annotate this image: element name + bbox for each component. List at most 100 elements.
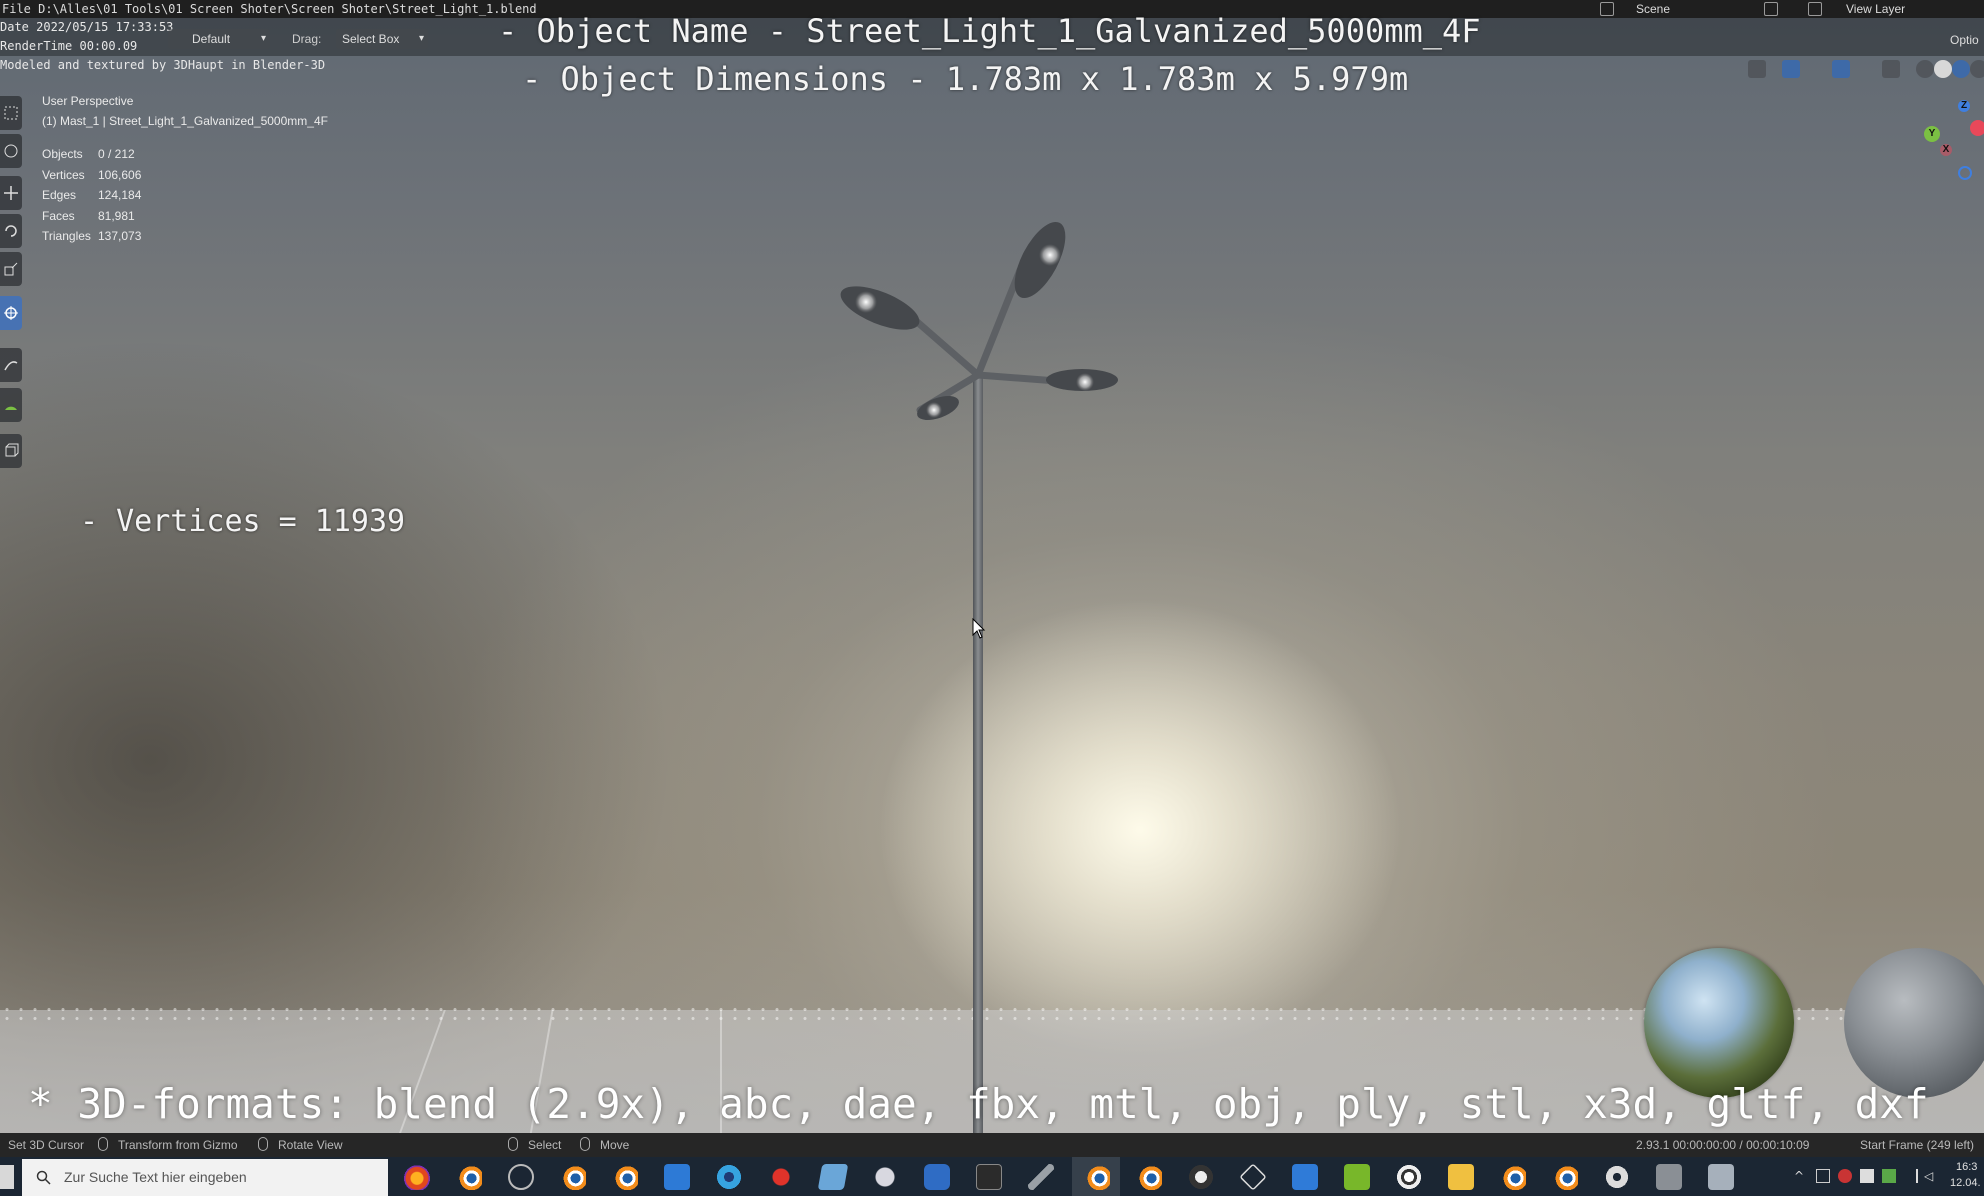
mouse-drag-icon [580,1137,590,1151]
overlay-toggle-icon[interactable] [1832,60,1850,78]
navigation-gizmo[interactable]: Z Y X [1920,100,1984,190]
solid-shading-icon[interactable] [1934,60,1952,78]
cube-app-icon[interactable] [1239,1163,1267,1191]
blender-icon[interactable] [612,1164,638,1190]
stat-objects: Objects 0 / 212 [42,147,135,161]
z-axis-handle[interactable]: Z [1958,100,1970,112]
edge-icon[interactable] [716,1164,742,1190]
hdri-preview-sphere [1644,948,1794,1098]
transform-tool[interactable] [0,296,22,330]
network-app-icon[interactable] [1028,1164,1054,1190]
options-menu[interactable]: Optio [1950,30,1979,50]
stat-label: Triangles [42,229,91,243]
date-stamp: Date 2022/05/15 17:33:53 [0,20,174,34]
material-shading-icon[interactable] [1952,60,1970,78]
drag-value: Select Box [342,32,400,46]
bug-app-icon[interactable] [768,1164,794,1190]
modeled-by-credit: Modeled and textured by 3DHaupt in Blend… [0,58,326,72]
stat-label: Objects [42,147,83,161]
obs-icon[interactable] [508,1164,534,1190]
x-axis-handle[interactable] [1970,120,1984,136]
scene-selector[interactable]: Scene [1600,0,1780,18]
calendar-icon[interactable] [1292,1164,1318,1190]
add-cube-tool[interactable] [0,434,22,468]
active-object-label: (1) Mast_1 | Street_Light_1_Galvanized_5… [42,114,328,128]
nvidia-icon[interactable] [1344,1164,1370,1190]
tool-shelf [0,96,24,468]
cursor-tool[interactable] [0,134,22,168]
stat-triangles: Triangles 137,073 [42,229,141,243]
orientation-dropdown[interactable]: Default ▾ [168,29,270,49]
drag-dropdown[interactable]: Select Box ▾ [336,29,428,49]
move-tool[interactable] [0,176,22,210]
stat-vertices: Vertices 106,606 [42,168,141,182]
recorder-icon[interactable] [1396,1164,1422,1190]
view-layer-icon [1808,2,1822,16]
mail-icon[interactable] [664,1164,690,1190]
wireframe-shading-icon[interactable] [1916,60,1934,78]
status-set-cursor: Set 3D Cursor [8,1138,85,1152]
tray-chevron-up-icon[interactable]: ^ [1794,1169,1808,1183]
mouse-left-icon [508,1137,518,1151]
printer-icon[interactable] [1656,1164,1682,1190]
settings-gear-icon[interactable] [1604,1164,1630,1190]
xray-icon[interactable] [1882,60,1900,78]
orientation-value: Default [192,32,231,46]
measure-tool[interactable] [0,388,22,422]
terminal-icon[interactable] [976,1164,1002,1190]
stat-label: Vertices [42,168,85,182]
stat-label: Faces [42,209,75,223]
scale-tool[interactable] [0,252,22,286]
select-tool[interactable] [0,96,22,130]
chevron-down-icon: ▾ [260,33,266,44]
stat-value: 124,184 [98,188,142,202]
taskbar-search[interactable]: Zur Suche Text hier eingeben [22,1159,388,1196]
rotate-tool[interactable] [0,214,22,248]
tray-battery-icon[interactable] [1860,1169,1874,1183]
visibility-icon[interactable] [1748,60,1766,78]
new-scene-icon[interactable] [1764,2,1778,16]
cursor-icon [4,144,18,158]
search-icon [36,1170,51,1185]
street-light-model[interactable] [820,210,1120,1140]
blender-icon[interactable] [560,1164,586,1190]
view-layer-selector[interactable]: View Layer [1808,0,1984,18]
select-box-icon [4,106,18,120]
start-button[interactable] [0,1165,14,1189]
cube-icon [5,443,19,457]
shield-app-icon[interactable] [924,1164,950,1190]
panda-app-icon[interactable] [1188,1164,1214,1190]
stat-value: 0 / 212 [98,147,135,161]
mouse-right-icon [258,1137,268,1151]
notes-app-icon[interactable] [817,1164,849,1190]
stat-label: Edges [42,188,77,202]
tray-app-icon[interactable] [1882,1169,1896,1183]
paint-app-icon[interactable] [872,1164,898,1190]
blender-icon[interactable] [1136,1164,1162,1190]
neg-z-axis-handle[interactable] [1958,166,1972,180]
folder-icon[interactable] [1448,1164,1474,1190]
clock-date[interactable]: 12.04. [1950,1177,1981,1189]
scale-icon [4,262,18,276]
blender-active-icon[interactable] [1084,1164,1110,1190]
blender-icon[interactable] [456,1164,482,1190]
firefox-icon[interactable] [404,1164,430,1190]
gizmo-toggle-icon[interactable] [1782,60,1800,78]
blender-icon[interactable] [1500,1164,1526,1190]
scene-icon [1600,2,1614,16]
y-axis-handle[interactable]: Y [1924,126,1940,142]
move-icon [4,186,18,200]
blender-icon[interactable] [1552,1164,1578,1190]
vertices-title: - Vertices = 11939 [80,504,406,539]
neg-x-axis-handle[interactable]: X [1940,144,1952,156]
status-transform-gizmo: Transform from Gizmo [118,1138,238,1152]
tray-antivirus-icon[interactable] [1838,1169,1852,1183]
rendered-shading-icon[interactable] [1970,60,1984,78]
tray-display-icon[interactable] [1904,1169,1918,1183]
mouse-middle-icon [98,1137,108,1151]
document-app-icon[interactable] [1708,1164,1734,1190]
tray-volume-icon[interactable]: ◁ [1924,1169,1938,1183]
tray-network-icon[interactable] [1816,1169,1830,1183]
clock-time[interactable]: 16:3 [1956,1161,1977,1173]
annotate-tool[interactable] [0,348,22,382]
